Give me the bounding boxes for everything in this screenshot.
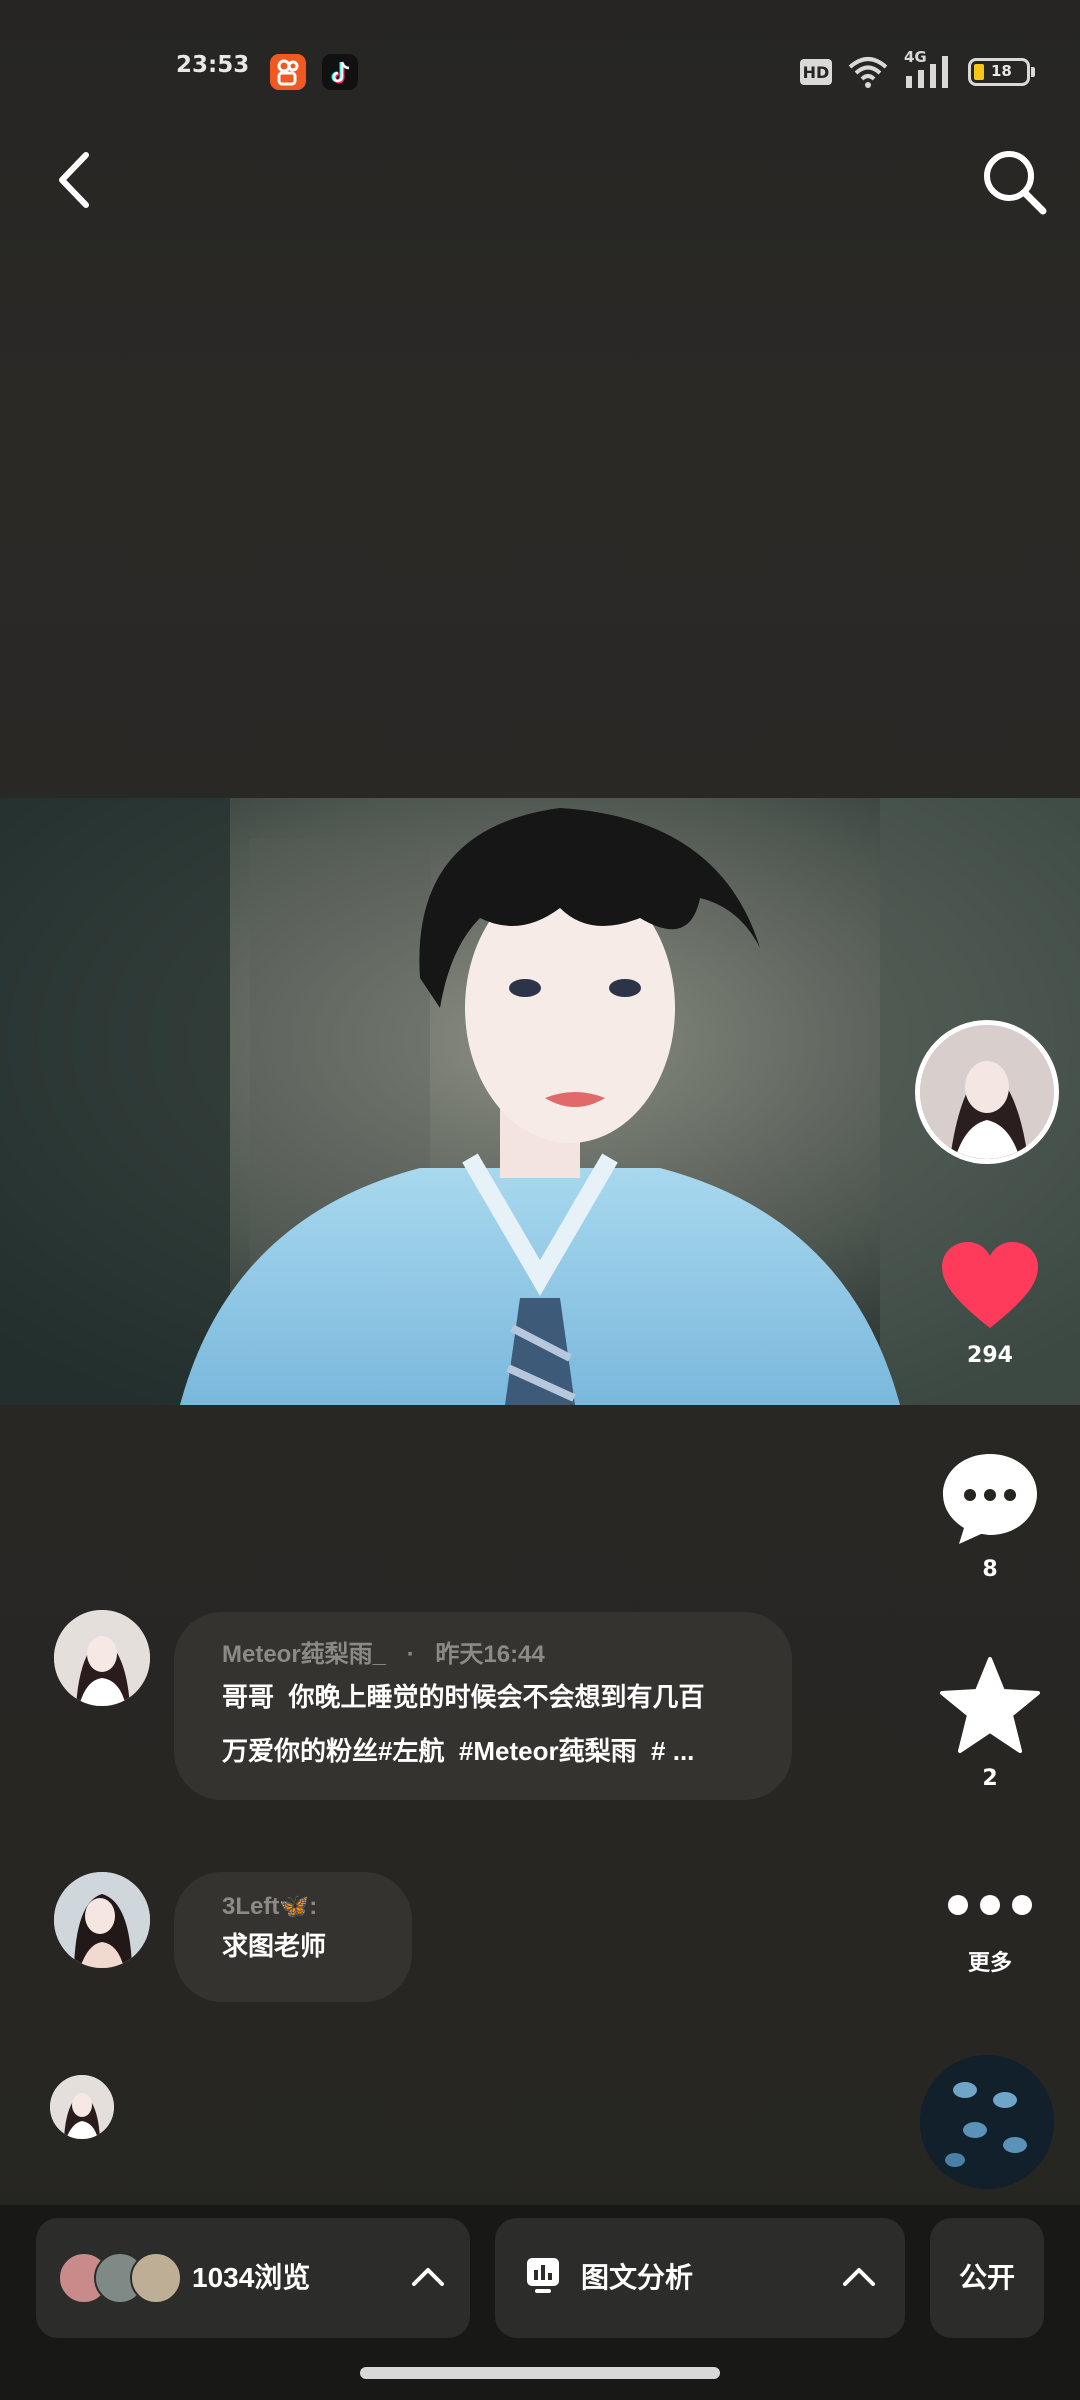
- status-time: 23:53: [176, 52, 250, 78]
- comment-time: 昨天16:44: [435, 1641, 545, 1668]
- chevron-left-icon: [59, 152, 89, 208]
- wifi-icon: [848, 57, 888, 88]
- my-avatar[interactable]: [50, 2075, 114, 2139]
- comment-meta: 3Left🦋:: [222, 1892, 364, 1921]
- comment-button[interactable]: 8: [920, 1450, 1060, 1582]
- search-icon: [984, 151, 1047, 215]
- visibility-button[interactable]: 公开: [930, 2218, 1044, 2338]
- star-icon: [940, 1657, 1040, 1753]
- comment-text-line-2: 万爱你的粉丝#左航 #Meteor莼梨雨 # ...: [222, 1736, 695, 1766]
- comment-avatar[interactable]: [54, 1872, 150, 1968]
- comment-text-line-1: 哥哥 你晚上睡觉的时候会不会想到有几百: [222, 1682, 705, 1712]
- status-bar: 23:53 HD 4G 18: [0, 0, 1080, 120]
- comment-username[interactable]: Meteor莼梨雨_: [222, 1641, 386, 1668]
- favorite-button[interactable]: 2: [920, 1655, 1060, 1791]
- tiktok-app-icon: [322, 54, 358, 90]
- comment-username[interactable]: 3Left🦋: [222, 1893, 309, 1920]
- signal-icon: 4G: [904, 48, 954, 90]
- chevron-up-icon: [412, 2268, 444, 2286]
- heart-icon: [942, 1242, 1038, 1328]
- more-label: 更多: [967, 1951, 1012, 1976]
- music-disc[interactable]: [920, 2055, 1054, 2189]
- comment-bubble[interactable]: Meteor莼梨雨_ · 昨天16:44 哥哥 你晚上睡觉的时候会不会想到有几百…: [174, 1612, 792, 1800]
- home-indicator[interactable]: [360, 2367, 720, 2379]
- comment-bubble[interactable]: 3Left🦋: 求图老师: [174, 1872, 412, 2002]
- comment-count: 8: [982, 1557, 998, 1582]
- like-button[interactable]: 294: [920, 1240, 1060, 1368]
- comment-meta: Meteor莼梨雨_ · 昨天16:44: [222, 1634, 744, 1669]
- visibility-label: 公开: [959, 2262, 1016, 2293]
- author-avatar[interactable]: [915, 1020, 1059, 1164]
- back-button[interactable]: [48, 140, 108, 220]
- like-count: 294: [967, 1343, 1013, 1368]
- analytics-icon: [527, 2258, 559, 2293]
- favorite-count: 2: [982, 1766, 998, 1791]
- comment-separator: ·: [406, 1641, 415, 1668]
- comment-text: 求图老师: [222, 1931, 327, 1961]
- status-indicators: HD 4G 18: [800, 48, 1035, 90]
- battery-icon: 18: [968, 58, 1035, 86]
- comment-icon: [943, 1454, 1037, 1544]
- analysis-label: 图文分析: [581, 2262, 694, 2293]
- views-button[interactable]: 1034浏览: [36, 2218, 470, 2338]
- hd-badge: HD: [800, 59, 832, 85]
- comment-separator: :: [309, 1893, 318, 1920]
- analysis-button[interactable]: 图文分析: [495, 2218, 905, 2338]
- more-dots-icon: [948, 1895, 1032, 1915]
- views-count: 1034浏览: [192, 2262, 311, 2293]
- search-button[interactable]: [975, 140, 1055, 220]
- battery-level: 18: [991, 62, 1012, 80]
- kuaishou-app-icon: [270, 54, 306, 90]
- post-detail-page: 23:53 HD 4G 18 294 8 2 更多 Meteor莼梨雨_ · 昨…: [0, 0, 1080, 2400]
- viewer-avatars: [58, 2252, 188, 2304]
- chevron-up-icon: [843, 2268, 875, 2286]
- more-button[interactable]: 更多: [920, 1890, 1060, 1977]
- comment-avatar[interactable]: [54, 1610, 150, 1706]
